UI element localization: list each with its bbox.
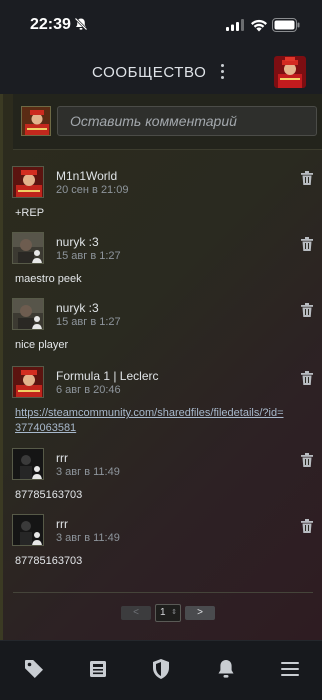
bell-off-icon [74,17,88,31]
comment-date: 3 авг в 11:49 [56,532,120,544]
comment-text: 87785163703 [15,555,83,567]
user-avatar[interactable] [274,56,306,88]
comment-date: 6 авг в 20:46 [56,384,121,396]
current-page: 1 [160,607,166,618]
status-bar: 22:39 [0,0,322,50]
comment-date: 20 сен в 21:09 [56,184,129,196]
comment-text: +REP [15,207,45,219]
wifi-icon [251,19,267,32]
comment-avatar[interactable] [12,166,44,198]
comment-date: 15 авг в 1:27 [56,250,121,262]
comment-author[interactable]: rrr [56,451,68,465]
comment-author[interactable]: nuryk :3 [56,301,99,315]
prev-page-button[interactable]: < [121,606,151,620]
more-options-icon[interactable] [220,64,226,80]
comment-author[interactable]: M1n1World [56,169,117,183]
divider [13,592,313,593]
comment-text: nice player [15,339,69,351]
comment-avatar[interactable] [12,514,44,546]
shield-icon[interactable] [149,657,173,681]
delete-icon[interactable] [301,171,313,190]
comment-author[interactable]: rrr [56,517,68,531]
comment-author[interactable]: nuryk :3 [56,235,99,249]
comment-avatar[interactable] [12,298,44,330]
comment-item: rrr 3 авг в 11:49 87785163703 [3,448,322,508]
comment-text: 87785163703 [15,489,83,501]
comment-item: rrr 3 авг в 11:49 87785163703 [3,514,322,574]
comment-author[interactable]: Formula 1 | Leclerc [56,369,159,383]
delete-icon[interactable] [301,303,313,322]
battery-icon [272,18,300,32]
delete-icon[interactable] [301,371,313,390]
app-header: СООБЩЕСТВО [0,50,322,94]
comment-item: M1n1World 20 сен в 21:09 +REP [3,166,322,226]
comment-input[interactable] [57,106,317,136]
comment-text: maestro peek [15,273,82,285]
delete-icon[interactable] [301,237,313,256]
comment-item: Formula 1 | Leclerc 6 авг в 20:46 https://… [3,366,322,446]
comment-avatar[interactable] [12,232,44,264]
signal-icon [226,19,244,31]
pagination: < 1 ⇕ > [3,604,322,624]
page-select[interactable]: 1 ⇕ [155,604,181,622]
delete-icon[interactable] [301,453,313,472]
comment-item: nuryk :3 15 авг в 1:27 maestro peek [3,232,322,292]
compose-area [13,94,322,150]
comment-avatar[interactable] [12,366,44,398]
news-icon[interactable] [86,657,110,681]
page-stepper-icon: ⇕ [171,609,177,616]
status-time: 22:39 [30,16,71,33]
composer-avatar [21,106,51,136]
tag-icon[interactable] [22,657,46,681]
comment-item: nuryk :3 15 авг в 1:27 nice player [3,298,322,358]
comment-date: 3 авг в 11:49 [56,466,120,478]
next-page-button[interactable]: > [185,606,215,620]
delete-icon[interactable] [301,519,313,538]
comment-link[interactable]: https://steamcommunity.com/sharedfiles/f… [15,406,285,436]
bell-icon[interactable] [214,657,238,681]
comment-date: 15 авг в 1:27 [56,316,121,328]
bottom-nav [0,640,322,700]
comment-avatar[interactable] [12,448,44,480]
page-title: СООБЩЕСТВО [92,64,207,81]
comments-panel: M1n1World20 сен в 21:09+REPnuryk :315 ав… [0,94,322,640]
menu-icon[interactable] [278,657,302,681]
